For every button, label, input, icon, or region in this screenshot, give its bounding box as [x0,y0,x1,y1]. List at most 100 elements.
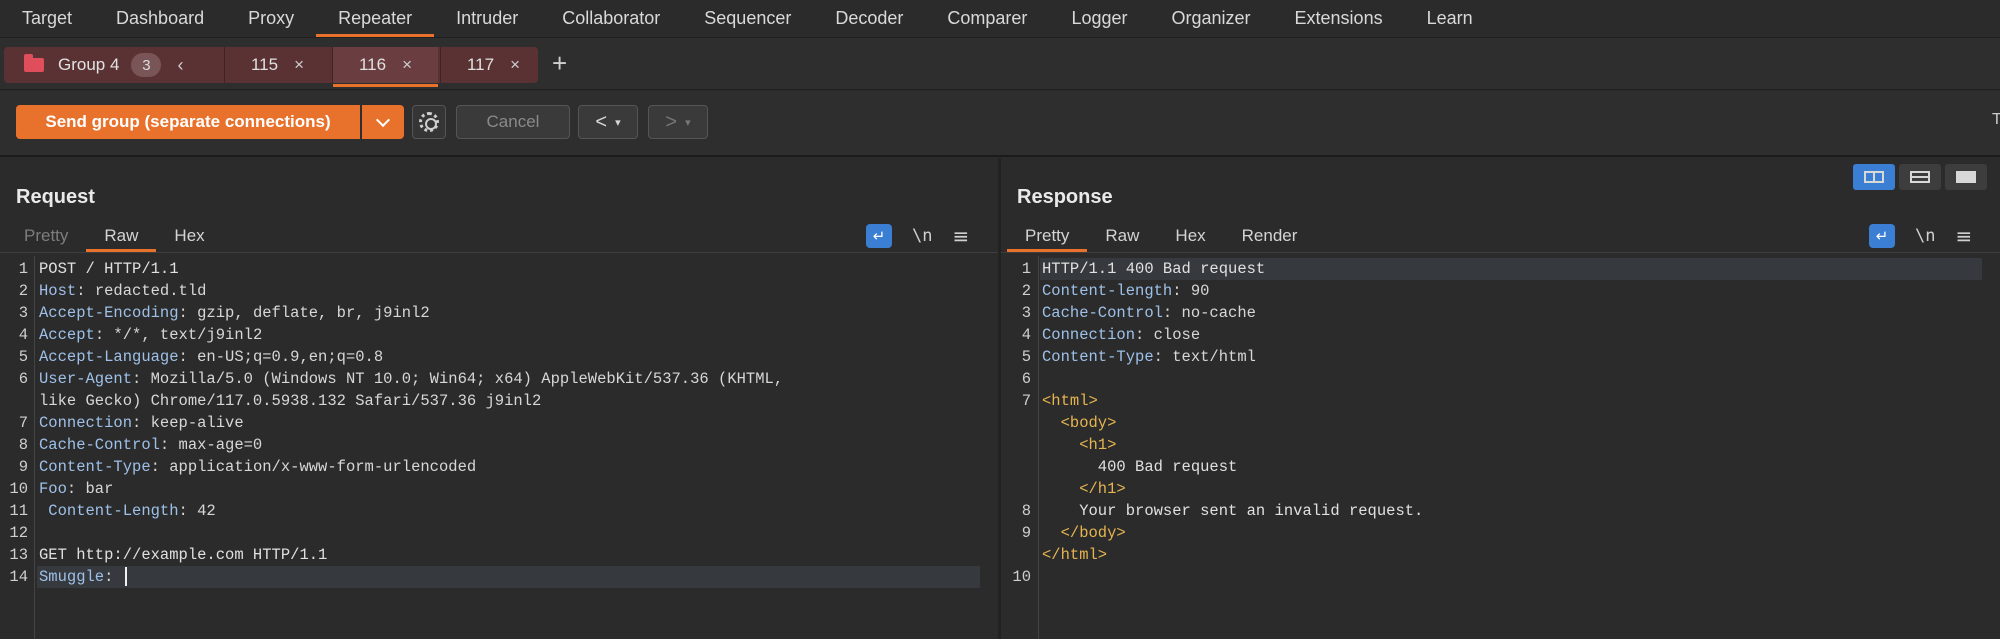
code-token: </body> [1042,524,1126,542]
code-line: 11 Content-Length: 42 [0,500,998,522]
request-editor[interactable]: 1 POST / HTTP/1.1 2 Host: redacted.tld 3 Acce… [0,256,998,639]
word-wrap-icon[interactable]: ↵ [866,224,892,248]
line-number: 11 [9,502,28,520]
line-number: 6 [18,370,28,388]
menu-decoder[interactable]: Decoder [813,0,925,37]
word-wrap-icon[interactable]: ↵ [1869,224,1895,248]
line-number: 12 [9,524,28,542]
menu-target[interactable]: Target [0,0,94,37]
response-tabs-divider [1001,252,2000,253]
code-token: : en-US;q=0.9,en;q=0.8 [178,348,384,366]
line-text: Accept-Encoding: gzip, deflate, br, j9in… [39,302,430,324]
code-token: Accept [39,326,95,344]
line-number: 3 [18,304,28,322]
code-line: 10 Foo: bar [0,478,998,500]
layout-toggle [1853,164,1987,190]
send-options-dropdown-button[interactable] [362,105,404,139]
code-token: : close [1135,326,1201,344]
menu-extensions[interactable]: Extensions [1273,0,1405,37]
request-tab-hex[interactable]: Hex [156,221,222,251]
repeater-tab-117[interactable]: 117 × [440,47,546,83]
line-text: HTTP/1.1 400 Bad request [1042,258,1265,280]
add-tab-button[interactable]: + [552,48,567,79]
chevron-down-icon [375,112,391,127]
line-number: 1 [1021,260,1031,278]
line-text: <html> [1042,390,1098,412]
menu-intruder[interactable]: Intruder [434,0,540,37]
line-number: 9 [18,458,28,476]
code-line: 8 Your browser sent an invalid request. [1001,500,2000,522]
request-tab-raw[interactable]: Raw [86,221,157,252]
code-token: : no-cache [1162,304,1256,322]
code-line: 5 Accept-Language: en-US;q=0.9,en;q=0.8 [0,346,998,368]
line-text: Cache-Control: no-cache [1042,302,1256,324]
close-icon[interactable]: × [294,55,304,75]
menu-proxy[interactable]: Proxy [226,0,316,37]
menu-collaborator[interactable]: Collaborator [540,0,682,37]
settings-button[interactable] [412,105,446,139]
repeater-tab-115[interactable]: 115 × [224,47,330,83]
response-tab-pretty[interactable]: Pretty [1007,221,1088,252]
close-icon[interactable]: × [402,55,412,75]
code-token: : keep-alive [132,414,244,432]
request-title: Request [16,186,95,208]
gear-icon [419,112,439,132]
code-token: Cache-Control [1042,304,1163,322]
code-token: : 42 [178,502,216,520]
close-icon[interactable]: × [510,55,520,75]
code-token: : 90 [1172,282,1210,300]
layout-columns-button[interactable] [1853,164,1895,190]
response-tab-render[interactable]: Render [1224,221,1316,251]
response-editor[interactable]: 1 HTTP/1.1 400 Bad request 2 Content-length… [1001,256,2000,639]
menu-sequencer[interactable]: Sequencer [682,0,813,37]
code-line: </html> [1001,544,2000,566]
editor-menu-icon[interactable]: ≡ [952,224,969,248]
text-cursor [124,567,127,587]
tab-group-count-badge: 3 [131,53,162,77]
menu-dashboard[interactable]: Dashboard [94,0,226,37]
code-line: 14 Smuggle: [9,566,980,588]
line-text: <body> [1042,412,1117,434]
show-newlines-icon[interactable]: \n [912,226,932,246]
line-text: </body> [1042,522,1126,544]
caret-down-icon: ▾ [615,116,621,129]
tab-group-chip[interactable]: Group 4 3 ‹ [4,47,224,83]
layout-rows-button[interactable] [1899,164,1941,190]
arrow-right-icon: > [665,110,678,133]
line-number: 2 [18,282,28,300]
code-line: 3 Cache-Control: no-cache [1001,302,2000,324]
menu-learn[interactable]: Learn [1405,0,1495,37]
code-token: Cache-Control [39,436,160,454]
line-text: <h1> [1042,434,1116,456]
request-tab-pretty[interactable]: Pretty [6,221,86,251]
repeater-tab-116[interactable]: 116 × [332,47,438,87]
layout-single-button[interactable] [1945,164,1987,190]
line-text: like Gecko) Chrome/117.0.5938.132 Safari… [39,390,541,412]
editor-menu-icon[interactable]: ≡ [1955,224,1972,248]
code-token: Content-length [1042,282,1173,300]
line-text: User-Agent: Mozilla/5.0 (Windows NT 10.0… [39,368,783,390]
send-group-button[interactable]: Send group (separate connections) [16,105,360,139]
code-line: 7 Connection: keep-alive [0,412,998,434]
menu-repeater[interactable]: Repeater [316,0,435,37]
history-back-button[interactable]: < ▾ [578,105,638,139]
menu-organizer[interactable]: Organizer [1150,0,1273,37]
response-tab-raw[interactable]: Raw [1087,221,1157,251]
history-forward-button[interactable]: > ▾ [648,105,708,139]
line-text: </html> [1042,544,1107,566]
code-line: 8 Cache-Control: max-age=0 [0,434,998,456]
collapse-group-chevron-icon[interactable]: ‹ [177,55,183,76]
show-newlines-icon[interactable]: \n [1915,226,1935,246]
menu-logger[interactable]: Logger [1049,0,1149,37]
repeater-tab-label: 115 [250,55,279,74]
line-text: Connection: keep-alive [39,412,244,434]
code-token: HTTP/1.1 400 Bad request [1042,260,1266,278]
line-number: 9 [1021,524,1031,542]
line-number: 8 [18,436,28,454]
line-number: 10 [1012,568,1031,586]
line-text: Connection: close [1042,324,1200,346]
response-tab-hex[interactable]: Hex [1157,221,1223,251]
code-line: 6 [1001,368,2000,390]
cancel-button[interactable]: Cancel [456,105,570,139]
menu-comparer[interactable]: Comparer [925,0,1049,37]
